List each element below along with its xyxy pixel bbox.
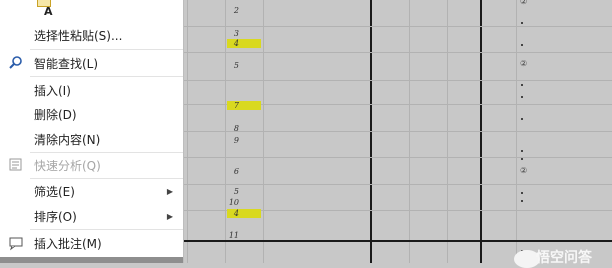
cell-number: 9 [233,136,239,145]
dot-mark [521,22,523,24]
sort-menu-item[interactable]: 排序(O) ▶ [0,204,183,228]
paste-special-menu-item[interactable]: 选择性粘贴(S)... [0,23,183,47]
menu-separator [30,229,183,230]
insert-label: 插入(I) [34,83,71,98]
quick-analysis-label: 快速分析(Q) [34,158,101,173]
watermark-text: 悟空问答 [536,250,592,266]
paste-option-icon[interactable]: A [35,0,53,18]
cell-number: 8 [233,124,239,133]
grid-line [183,131,612,132]
filter-menu-item[interactable]: 筛选(E) ▶ [0,179,183,203]
insert-comment-label: 插入批注(M) [34,236,102,251]
cell-number: 4 [233,209,239,218]
sort-label: 排序(O) [34,209,77,224]
dot-mark [521,150,523,152]
submenu-arrow-icon: ▶ [166,211,173,221]
dot-mark [521,44,523,46]
cell-number: 6 [233,167,239,176]
cell-number: 5 [233,187,239,196]
dot-mark [521,158,523,160]
dot-mark [521,200,523,202]
cell-number: 4 [233,39,239,48]
cell-number: 5 [233,61,239,70]
search-icon [8,55,24,71]
delete-menu-item[interactable]: 删除(D) [0,102,183,126]
grid-line [183,157,612,158]
quick-analysis-menu-item: 快速分析(Q) [0,153,183,177]
dot-mark [521,96,523,98]
circled-mark: ② [520,0,528,6]
dot-mark [521,192,523,194]
paste-option-letter: A [44,5,53,18]
circled-mark: ② [520,166,528,175]
paste-special-label: 选择性粘贴(S)... [34,28,123,43]
spreadsheet-grid[interactable]: 2 3 4 5 7 8 9 6 5 10 4 11 ② ② ② [183,0,612,263]
clear-contents-label: 清除内容(N) [34,132,101,147]
cell-number: 11 [228,231,239,240]
insert-comment-menu-item[interactable]: 插入批注(M) [0,231,183,255]
menu-next-item-highlight[interactable] [0,257,183,263]
context-menu: A 选择性粘贴(S)... 智能查找(L) 插入(I) 删除(D) 清除内容(N… [0,0,184,263]
cell-number: 7 [233,101,239,110]
filter-label: 筛选(E) [34,184,75,199]
submenu-arrow-icon: ▶ [166,186,173,196]
dot-mark [521,118,523,120]
cell-number: 10 [228,198,239,207]
menu-separator [30,49,183,50]
comment-icon [8,235,24,251]
smart-lookup-label: 智能查找(L) [34,56,99,71]
insert-menu-item[interactable]: 插入(I) [0,78,183,102]
menu-separator [30,76,183,77]
grid-line [183,80,612,81]
quick-analysis-icon [8,157,24,173]
grid-line [183,52,612,53]
circled-mark: ② [520,59,528,68]
grid-border [183,240,612,242]
grid-line [183,26,612,27]
grid-line [183,184,612,185]
dot-mark [521,84,523,86]
clear-contents-menu-item[interactable]: 清除内容(N) [0,127,183,151]
delete-label: 删除(D) [34,107,77,122]
cell-number: 3 [233,29,239,38]
cell-number: 2 [233,6,239,15]
smart-lookup-menu-item[interactable]: 智能查找(L) [0,51,183,75]
